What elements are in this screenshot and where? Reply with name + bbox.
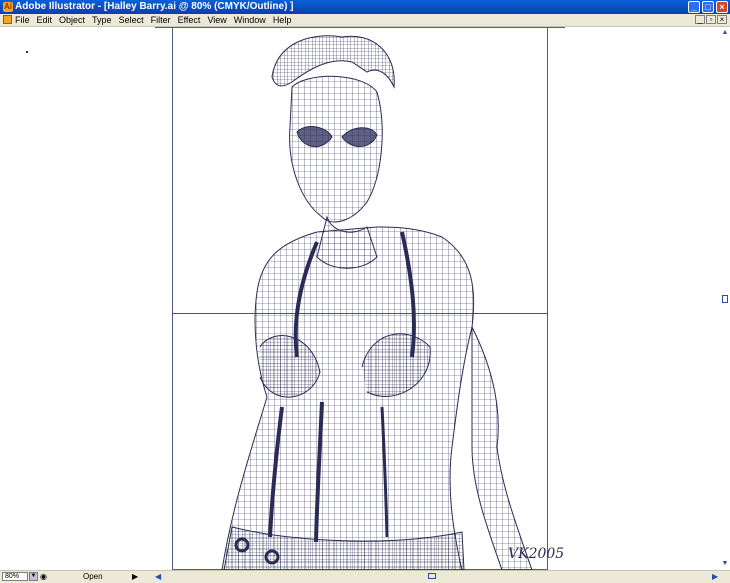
menu-edit[interactable]: Edit xyxy=(37,14,53,26)
menu-help[interactable]: Help xyxy=(273,14,292,26)
window-controls: _ □ × xyxy=(688,1,728,13)
right-arm-shape xyxy=(471,326,533,570)
wireframe-artwork[interactable] xyxy=(172,27,548,570)
doc-minimize-button[interactable]: _ xyxy=(695,15,705,24)
scroll-down-arrow-icon[interactable]: ▼ xyxy=(721,560,729,568)
close-button[interactable]: × xyxy=(716,1,728,13)
document-window-controls: _ ▫ × xyxy=(695,15,727,24)
status-text: Open xyxy=(83,572,103,581)
status-bar: 80% ▼ ◉ Open ▶ ◀ ▶ xyxy=(0,570,730,583)
scroll-up-arrow-icon[interactable]: ▲ xyxy=(721,29,729,37)
window-title: Adobe Illustrator - [Halley Barry.ai @ 8… xyxy=(15,1,294,12)
illustrator-app-icon[interactable]: Ai xyxy=(3,2,13,12)
menu-effect[interactable]: Effect xyxy=(178,14,201,26)
minimize-button[interactable]: _ xyxy=(688,1,700,13)
document-icon[interactable] xyxy=(3,15,12,24)
menu-window[interactable]: Window xyxy=(234,14,266,26)
scroll-left-arrow-icon[interactable]: ◀ xyxy=(155,571,161,582)
menu-type[interactable]: Type xyxy=(92,14,112,26)
vertical-scrollbar[interactable]: ▲ ▼ xyxy=(720,27,730,570)
menu-view[interactable]: View xyxy=(207,14,226,26)
artist-signature: VK2005 xyxy=(508,546,565,562)
maximize-button[interactable]: □ xyxy=(702,1,714,13)
title-bar: Ai Adobe Illustrator - [Halley Barry.ai … xyxy=(0,0,730,14)
doc-restore-button[interactable]: ▫ xyxy=(706,15,716,24)
torso-shape xyxy=(221,226,475,570)
menu-filter[interactable]: Filter xyxy=(151,14,171,26)
menu-items: File Edit Object Type Select Filter Effe… xyxy=(15,14,291,26)
stray-anchor-point xyxy=(26,51,28,53)
status-menu-icon[interactable]: ◉ xyxy=(40,572,49,581)
status-menu-arrow-icon[interactable]: ▶ xyxy=(132,571,138,582)
menu-bar: File Edit Object Type Select Filter Effe… xyxy=(0,14,730,27)
menu-file[interactable]: File xyxy=(15,14,30,26)
vertical-scroll-thumb[interactable] xyxy=(722,295,728,303)
menu-select[interactable]: Select xyxy=(119,14,144,26)
doc-close-button[interactable]: × xyxy=(717,15,727,24)
face-shape xyxy=(289,75,383,223)
zoom-dropdown-icon[interactable]: ▼ xyxy=(29,572,38,581)
menu-object[interactable]: Object xyxy=(59,14,85,26)
scroll-right-arrow-icon[interactable]: ▶ xyxy=(712,571,718,582)
horizontal-scroll-thumb[interactable] xyxy=(428,573,436,579)
zoom-field[interactable]: 80% xyxy=(2,572,28,581)
